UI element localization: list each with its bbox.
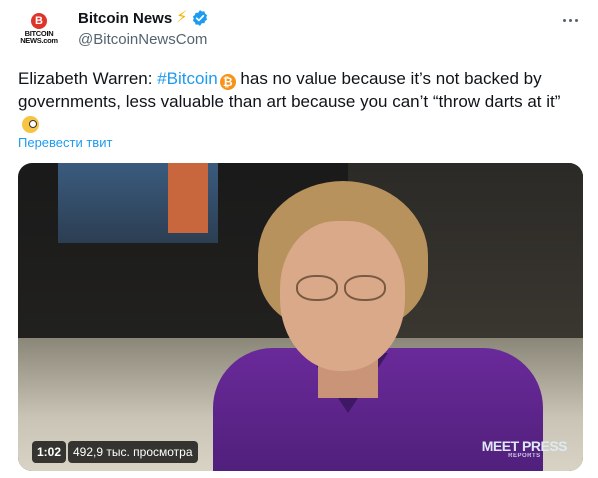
video-subject-glasses-right (344, 275, 386, 301)
video-background-pillar (168, 163, 208, 233)
tweet-text-intro: Elizabeth Warren: (18, 69, 158, 88)
verified-badge-icon[interactable] (191, 9, 209, 27)
bitcoin-news-logo-icon: B (31, 12, 47, 29)
watermark-line2: REPORTS (508, 453, 541, 459)
tweet-text: Elizabeth Warren: #Bitcoin ₿ has no value… (18, 67, 582, 136)
author-name-row: Bitcoin News ⚡ (78, 9, 209, 27)
display-name[interactable]: Bitcoin News (78, 10, 172, 27)
video-views-badge: 492,9 тыс. просмотра (68, 441, 198, 463)
video-subject-glasses-left (296, 275, 338, 301)
translate-tweet-link[interactable]: Перевести твит (18, 135, 112, 150)
more-options-icon[interactable] (556, 10, 584, 30)
avatar[interactable]: B BITCOIN NEWS.com (18, 7, 60, 49)
watermark-line1: MEET PRESS (481, 438, 568, 454)
face-with-monocle-emoji-icon (22, 116, 39, 133)
video-duration-badge: 1:02 (32, 441, 67, 463)
hashtag-bitcoin-link[interactable]: #Bitcoin (157, 69, 217, 88)
meet-the-press-watermark-logo: MEET PRESS REPORTS (481, 438, 568, 459)
bitcoin-emoji-icon: ₿ (219, 74, 236, 90)
lightning-emoji: ⚡ (176, 9, 188, 26)
author-handle[interactable]: @BitcoinNewsCom (78, 31, 207, 48)
tweet: B BITCOIN NEWS.com Bitcoin News ⚡ @Bitco… (0, 0, 598, 478)
video-player[interactable]: 1:02 492,9 тыс. просмотра MEET PRESS REP… (18, 163, 583, 471)
avatar-logo-line2: NEWS.com (20, 35, 58, 45)
